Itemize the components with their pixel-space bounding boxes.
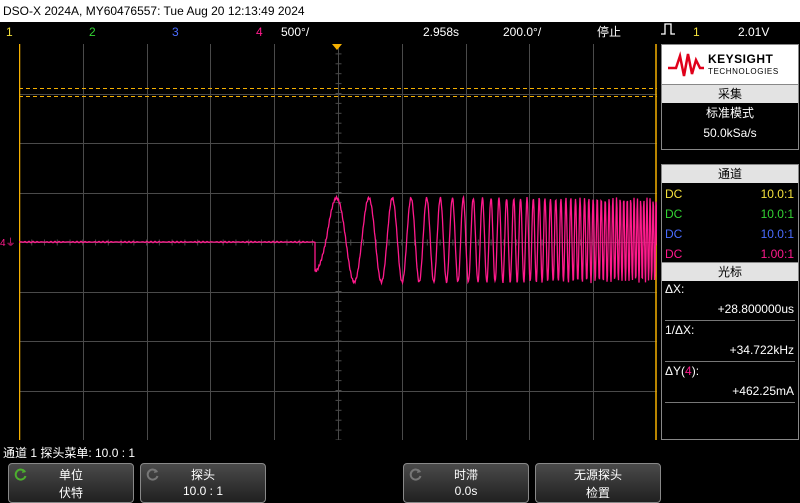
time-scale: 200.0°/ — [503, 25, 542, 39]
channel-1-indicator[interactable]: 1 — [6, 22, 13, 42]
softkey-passive-probe[interactable]: 无源探头 检置 — [535, 463, 661, 503]
sample-rate: 50.0kSa/s — [703, 126, 757, 140]
channel-probe: 1.00:1 — [760, 247, 794, 261]
trigger-level: 2.01V — [738, 25, 770, 39]
cursor-divider — [665, 361, 795, 362]
channel-4-row: DC 1.00:1 — [662, 244, 798, 264]
softkey-skew[interactable]: 时滞 0.0s — [403, 463, 529, 503]
delta-y-label: ΔY(4): — [665, 364, 699, 378]
delta-y-label-suffix: ): — [691, 364, 700, 378]
softkey-probe[interactable]: 探头 10.0 : 1 — [140, 463, 266, 503]
side-panel: KEYSIGHT TECHNOLOGIES 采集 标准模式 50.0kSa/s … — [661, 44, 799, 440]
softkey-label: 无源探头 — [573, 468, 622, 482]
channels-header: 通道 — [662, 165, 798, 183]
status-message: 通道 1 探头菜单: 10.0 : 1 — [3, 446, 136, 460]
channel-probe: 10.0:1 — [760, 207, 794, 221]
softkey-value: 10.0 : 1 — [182, 484, 224, 498]
run-state: 停止 — [597, 25, 622, 39]
channel-4-scale: 500°/ — [281, 25, 310, 39]
channel-4-ground-marker[interactable]: 4⏚ — [0, 234, 16, 249]
delta-y-channel: 4 — [685, 364, 692, 378]
channel-probe: 10.0:1 — [760, 187, 794, 201]
softkey-label: 探头 — [190, 468, 215, 482]
delta-x-value: +28.800000us — [717, 302, 794, 316]
softkey-value: 检置 — [585, 486, 610, 500]
cursors-header: 光标 — [662, 263, 798, 281]
inverse-delta-x-label: 1/ΔX: — [665, 323, 695, 337]
inverse-delta-x-value: +34.722kHz — [729, 343, 794, 357]
trigger-position-marker — [332, 44, 342, 50]
softkey-label: 单位 — [58, 468, 83, 482]
cursor-divider — [665, 320, 795, 321]
channels-section[interactable]: 通道 DC 10.0:1 DC 10.0:1 DC 10.0:1 DC 1.00:1 — [661, 164, 799, 266]
delta-x-label: ΔX: — [665, 282, 685, 296]
softkey-units[interactable]: 单位 伏特 — [8, 463, 134, 503]
status-bar: 1 2 3 4 500°/ 2.958s 200.0°/ 停止 1 2.01V — [0, 22, 800, 42]
time-delay: 2.958s — [423, 25, 460, 39]
cursors-section[interactable]: 光标 ΔX: +28.800000us 1/ΔX: +34.722kHz ΔY(… — [661, 262, 799, 440]
delta-y-value: +462.25mA — [732, 384, 794, 398]
softkey-label: 时滞 — [453, 468, 478, 482]
trigger-edge-icon — [660, 22, 676, 42]
channel-coupling: DC — [665, 187, 683, 201]
acquisition-mode: 标准模式 — [705, 106, 754, 120]
channel-coupling: DC — [665, 207, 683, 221]
channel-1-row: DC 10.0:1 — [662, 184, 798, 204]
acquisition-section[interactable]: 采集 标准模式 50.0kSa/s — [661, 84, 799, 150]
channel-3-row: DC 10.0:1 — [662, 224, 798, 244]
acquisition-header: 采集 — [662, 85, 798, 103]
softkey-value: 0.0s — [454, 484, 478, 498]
title-text: DSO-X 2024A, MY60476557: Tue Aug 20 12:1… — [3, 4, 305, 18]
channel-coupling: DC — [665, 247, 683, 261]
waveform-display[interactable] — [18, 43, 658, 441]
channel-2-indicator[interactable]: 2 — [89, 22, 96, 42]
keysight-wave-icon — [668, 51, 704, 77]
trigger-source: 1 — [693, 25, 700, 39]
softkey-value: 伏特 — [58, 486, 83, 500]
channel-4-indicator[interactable]: 4 — [256, 22, 263, 42]
channel-2-row: DC 10.0:1 — [662, 204, 798, 224]
keysight-logo: KEYSIGHT TECHNOLOGIES — [661, 44, 799, 86]
delta-y-label-prefix: ΔY( — [665, 364, 686, 378]
channel-coupling: DC — [665, 227, 683, 241]
channel-probe: 10.0:1 — [760, 227, 794, 241]
logo-brand: KEYSIGHT — [708, 52, 774, 66]
logo-sub: TECHNOLOGIES — [708, 67, 779, 76]
title-bar: DSO-X 2024A, MY60476557: Tue Aug 20 12:1… — [0, 0, 800, 22]
cursor-divider — [665, 402, 795, 403]
channel-3-indicator[interactable]: 3 — [172, 22, 179, 42]
ground-icon: ⏚ — [5, 238, 16, 249]
waveform-svg — [18, 43, 658, 441]
